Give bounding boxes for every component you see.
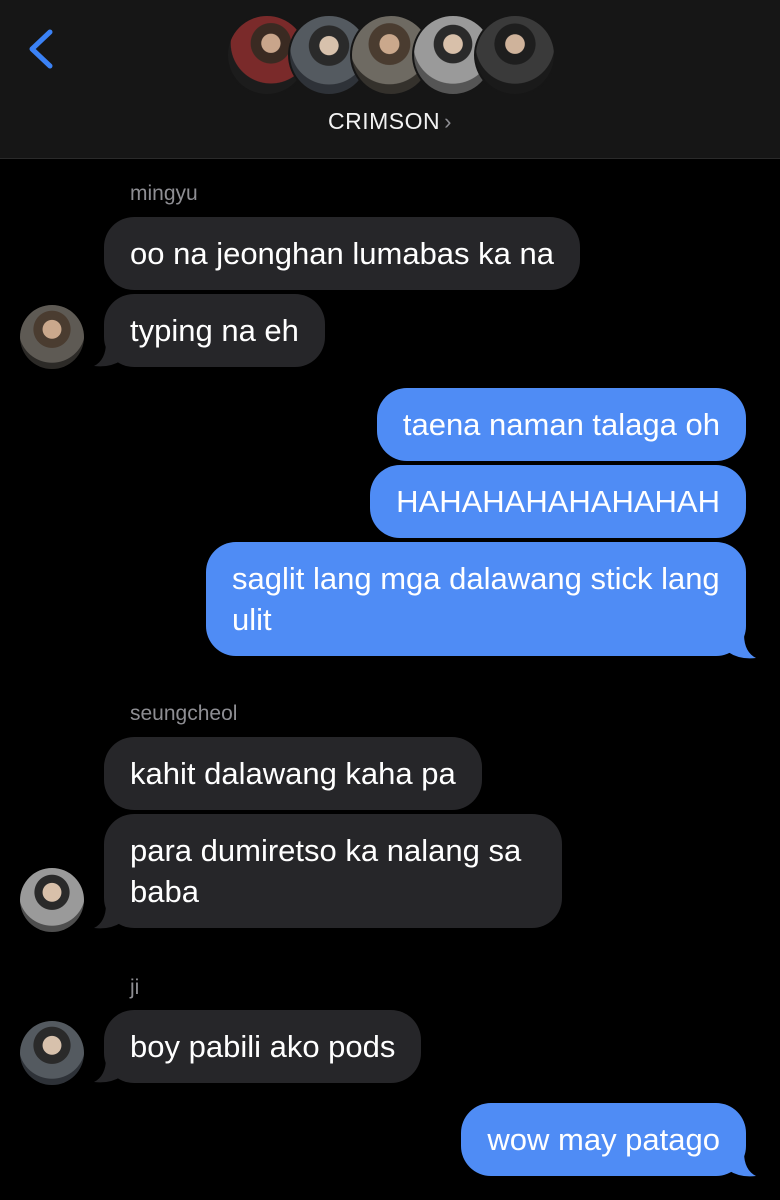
back-button[interactable]: [22, 24, 62, 74]
chevron-left-icon: [29, 29, 53, 69]
avatar[interactable]: [20, 868, 84, 932]
outgoing-message[interactable]: taena naman talaga oh: [376, 388, 746, 461]
bubble-tail: [94, 1058, 122, 1083]
chevron-right-icon: ›: [444, 109, 452, 134]
bubble-tail: [728, 634, 756, 659]
sender-name: mingyu: [130, 182, 198, 205]
bubble-tail: [94, 342, 122, 367]
incoming-message[interactable]: boy pabili ako pods: [104, 1010, 422, 1083]
outgoing-message[interactable]: HAHAHAHAHAHAHAH: [370, 465, 746, 538]
incoming-message[interactable]: kahit dalawang kaha pa: [104, 737, 482, 810]
group-name: CRIMSON: [328, 108, 441, 134]
incoming-message[interactable]: oo na jeonghan lumabas ka na: [104, 217, 580, 290]
conversation-header: CRIMSON ›: [0, 0, 780, 159]
member-avatar: [474, 14, 556, 96]
bubble-tail: [94, 904, 122, 929]
bubble-tail: [728, 1152, 756, 1177]
sender-name: seungcheol: [130, 702, 238, 725]
outgoing-message[interactable]: wow may patago: [461, 1103, 746, 1176]
avatar[interactable]: [20, 1021, 84, 1085]
avatar[interactable]: [20, 305, 84, 369]
sender-name: ji: [130, 976, 140, 999]
group-avatars[interactable]: [226, 14, 556, 98]
incoming-message[interactable]: typing na eh: [104, 294, 325, 367]
incoming-message[interactable]: para dumiretso ka nalang sa baba: [104, 814, 562, 928]
outgoing-message[interactable]: saglit lang mga dalawang stick lang ulit: [206, 542, 746, 656]
group-title[interactable]: CRIMSON ›: [0, 108, 780, 135]
